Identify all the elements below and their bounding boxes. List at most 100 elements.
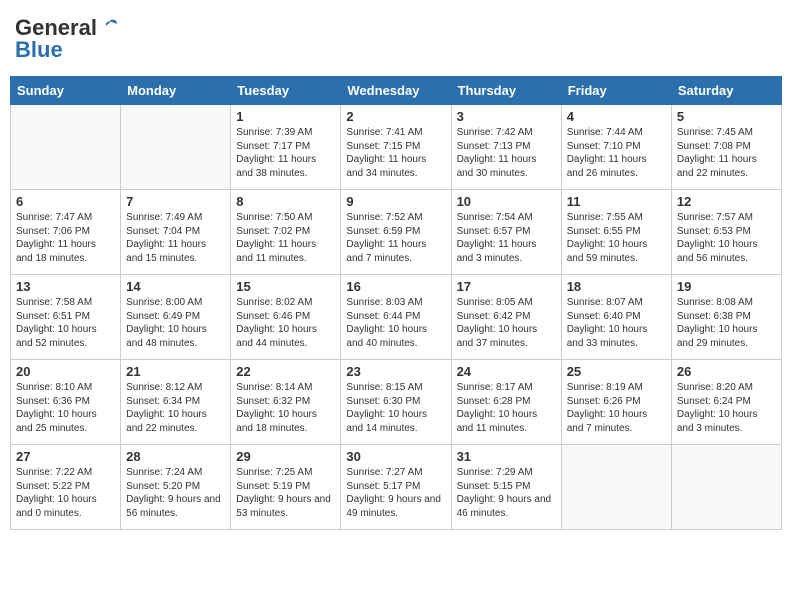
calendar-cell: 26 Sunrise: 8:20 AM Sunset: 6:24 PM Dayli… [671,360,781,445]
calendar-cell: 13Sunrise: 7:58 AM Sunset: 6:51 PM Dayli… [11,275,121,360]
day-number: 20 [16,364,115,379]
calendar-cell: 31Sunrise: 7:29 AM Sunset: 5:15 PM Dayli… [451,445,561,530]
day-header-saturday: Saturday [671,77,781,105]
day-number: 4 [567,109,666,124]
calendar-week-1: 1 Sunrise: 7:39 AM Sunset: 7:17 PM Daylig… [11,105,782,190]
day-info: Sunrise: 8:15 AM Sunset: 6:30 PM Dayligh… [346,381,445,435]
calendar-cell: 25 Sunrise: 8:19 AM Sunset: 6:26 PM Dayli… [561,360,671,445]
logo-bird-icon [99,17,121,39]
day-info: Sunrise: 8:17 AM Sunset: 6:28 PM Dayligh… [457,381,556,435]
day-info: Sunrise: 7:24 AM Sunset: 5:20 PM Dayligh… [126,466,225,520]
calendar-cell: 29 Sunrise: 7:25 AM Sunset: 5:19 PM Dayli… [231,445,341,530]
calendar-cell [671,445,781,530]
day-header-wednesday: Wednesday [341,77,451,105]
calendar-cell: 1 Sunrise: 7:39 AM Sunset: 7:17 PM Daylig… [231,105,341,190]
day-number: 29 [236,449,335,464]
calendar-cell: 21 Sunrise: 8:12 AM Sunset: 6:34 PM Dayli… [121,360,231,445]
calendar-cell: 24 Sunrise: 8:17 AM Sunset: 6:28 PM Dayli… [451,360,561,445]
day-number: 26 [677,364,776,379]
day-info: Sunrise: 8:20 AM Sunset: 6:24 PM Dayligh… [677,381,776,435]
day-info: Sunrise: 8:14 AM Sunset: 6:32 PM Dayligh… [236,381,335,435]
day-info: Sunrise: 8:19 AM Sunset: 6:26 PM Dayligh… [567,381,666,435]
day-number: 8 [236,194,335,209]
day-number: 14 [126,279,225,294]
calendar-cell: 11 Sunrise: 7:55 AM Sunset: 6:55 PM Dayli… [561,190,671,275]
calendar-cell: 6 Sunrise: 7:47 AM Sunset: 7:06 PM Daylig… [11,190,121,275]
day-number: 12 [677,194,776,209]
day-number: 22 [236,364,335,379]
day-info: Sunrise: 7:47 AM Sunset: 7:06 PM Dayligh… [16,211,115,265]
day-info: Sunrise: 7:25 AM Sunset: 5:19 PM Dayligh… [236,466,335,520]
calendar-table: SundayMondayTuesdayWednesdayThursdayFrid… [10,76,782,530]
day-number: 23 [346,364,445,379]
day-info: Sunrise: 7:22 AM Sunset: 5:22 PM Dayligh… [16,466,115,520]
calendar-cell: 28 Sunrise: 7:24 AM Sunset: 5:20 PM Dayli… [121,445,231,530]
day-info: Sunrise: 7:42 AM Sunset: 7:13 PM Dayligh… [457,126,556,180]
day-info: Sunrise: 7:57 AM Sunset: 6:53 PM Dayligh… [677,211,776,265]
day-number: 9 [346,194,445,209]
day-number: 24 [457,364,556,379]
calendar-cell [561,445,671,530]
day-info: Sunrise: 8:03 AM Sunset: 6:44 PM Dayligh… [346,296,445,350]
day-number: 3 [457,109,556,124]
day-number: 27 [16,449,115,464]
day-info: Sunrise: 8:08 AM Sunset: 6:38 PM Dayligh… [677,296,776,350]
day-info: Sunrise: 8:07 AM Sunset: 6:40 PM Dayligh… [567,296,666,350]
day-info: Sunrise: 7:41 AM Sunset: 7:15 PM Dayligh… [346,126,445,180]
logo: General Blue [15,15,121,63]
calendar-cell: 4 Sunrise: 7:44 AM Sunset: 7:10 PM Daylig… [561,105,671,190]
calendar-week-4: 20 Sunrise: 8:10 AM Sunset: 6:36 PM Dayli… [11,360,782,445]
calendar-cell: 15 Sunrise: 8:02 AM Sunset: 6:46 PM Dayli… [231,275,341,360]
calendar-week-2: 6 Sunrise: 7:47 AM Sunset: 7:06 PM Daylig… [11,190,782,275]
calendar-cell: 7 Sunrise: 7:49 AM Sunset: 7:04 PM Daylig… [121,190,231,275]
logo-blue-text: Blue [15,37,63,63]
day-info: Sunrise: 8:12 AM Sunset: 6:34 PM Dayligh… [126,381,225,435]
day-number: 10 [457,194,556,209]
day-number: 17 [457,279,556,294]
day-info: Sunrise: 7:45 AM Sunset: 7:08 PM Dayligh… [677,126,776,180]
day-number: 28 [126,449,225,464]
calendar-cell: 27 Sunrise: 7:22 AM Sunset: 5:22 PM Dayli… [11,445,121,530]
day-number: 1 [236,109,335,124]
calendar-cell: 12 Sunrise: 7:57 AM Sunset: 6:53 PM Dayli… [671,190,781,275]
day-header-friday: Friday [561,77,671,105]
day-header-tuesday: Tuesday [231,77,341,105]
calendar-cell: 14Sunrise: 8:00 AM Sunset: 6:49 PM Dayli… [121,275,231,360]
day-header-thursday: Thursday [451,77,561,105]
calendar-cell: 19Sunrise: 8:08 AM Sunset: 6:38 PM Dayli… [671,275,781,360]
day-info: Sunrise: 7:52 AM Sunset: 6:59 PM Dayligh… [346,211,445,265]
day-info: Sunrise: 7:49 AM Sunset: 7:04 PM Dayligh… [126,211,225,265]
calendar-cell: 16 Sunrise: 8:03 AM Sunset: 6:44 PM Dayli… [341,275,451,360]
day-info: Sunrise: 7:44 AM Sunset: 7:10 PM Dayligh… [567,126,666,180]
day-info: Sunrise: 8:02 AM Sunset: 6:46 PM Dayligh… [236,296,335,350]
calendar-cell [121,105,231,190]
day-number: 11 [567,194,666,209]
calendar-cell: 30 Sunrise: 7:27 AM Sunset: 5:17 PM Dayli… [341,445,451,530]
day-info: Sunrise: 8:05 AM Sunset: 6:42 PM Dayligh… [457,296,556,350]
day-number: 30 [346,449,445,464]
day-number: 7 [126,194,225,209]
day-number: 13 [16,279,115,294]
calendar-week-5: 27 Sunrise: 7:22 AM Sunset: 5:22 PM Dayli… [11,445,782,530]
calendar-cell: 3 Sunrise: 7:42 AM Sunset: 7:13 PM Daylig… [451,105,561,190]
day-header-sunday: Sunday [11,77,121,105]
day-number: 21 [126,364,225,379]
calendar-cell: 5 Sunrise: 7:45 AM Sunset: 7:08 PM Daylig… [671,105,781,190]
day-number: 5 [677,109,776,124]
day-number: 16 [346,279,445,294]
day-number: 6 [16,194,115,209]
calendar-cell: 2Sunrise: 7:41 AM Sunset: 7:15 PM Daylig… [341,105,451,190]
calendar-cell: 18Sunrise: 8:07 AM Sunset: 6:40 PM Dayli… [561,275,671,360]
calendar-cell: 22 Sunrise: 8:14 AM Sunset: 6:32 PM Dayli… [231,360,341,445]
page-header: General Blue [10,10,782,68]
day-number: 25 [567,364,666,379]
calendar-cell: 23 Sunrise: 8:15 AM Sunset: 6:30 PM Dayli… [341,360,451,445]
days-header-row: SundayMondayTuesdayWednesdayThursdayFrid… [11,77,782,105]
day-info: Sunrise: 8:10 AM Sunset: 6:36 PM Dayligh… [16,381,115,435]
day-number: 15 [236,279,335,294]
day-info: Sunrise: 7:27 AM Sunset: 5:17 PM Dayligh… [346,466,445,520]
day-info: Sunrise: 7:39 AM Sunset: 7:17 PM Dayligh… [236,126,335,180]
day-info: Sunrise: 7:54 AM Sunset: 6:57 PM Dayligh… [457,211,556,265]
day-info: Sunrise: 7:55 AM Sunset: 6:55 PM Dayligh… [567,211,666,265]
calendar-cell: 9 Sunrise: 7:52 AM Sunset: 6:59 PM Daylig… [341,190,451,275]
